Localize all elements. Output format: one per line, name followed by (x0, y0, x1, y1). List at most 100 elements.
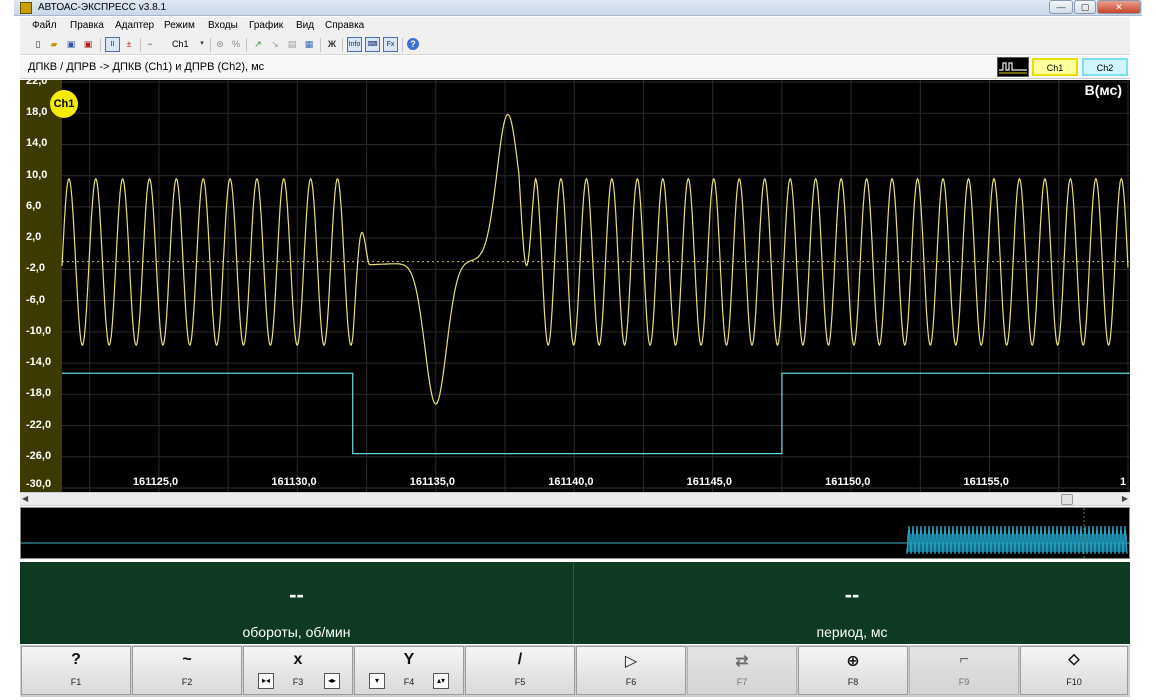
sine-wave-icon: ~ (182, 651, 192, 668)
period-label: период, мс (816, 624, 888, 640)
x-tick-label: 161140,0 (548, 476, 594, 488)
f2-label: F2 (181, 677, 193, 687)
f9-label: F9 (958, 677, 970, 687)
swap-arrows-icon: ⇄ (735, 653, 749, 670)
horizontal-scrollbar[interactable]: ◀ ▶ (20, 492, 1130, 506)
overview-signal-fill (907, 534, 1127, 552)
export-icon[interactable]: ▦ (303, 38, 315, 50)
toolbar-separator (320, 38, 321, 52)
f3-x-scale-button[interactable]: x F3 ▸◂ ◂▸ (243, 646, 353, 695)
readouts-panel: -- обороты, об/мин -- период, мс (20, 562, 1130, 644)
rpm-readout: -- обороты, об/мин (20, 562, 574, 644)
f9-trigger-button[interactable]: ⌐ F9 (909, 646, 1019, 695)
chevron-down-icon[interactable]: ▾ (196, 38, 208, 50)
y-axis-icon: Y (403, 651, 415, 668)
waveform-glyph (999, 62, 1027, 74)
rpm-value: -- (289, 582, 304, 607)
y-zoom-out-button[interactable]: ▴▾ (433, 673, 449, 689)
menu-adapter[interactable]: Адаптер (115, 20, 154, 31)
minimize-button[interactable]: — (1049, 0, 1073, 14)
f5-label: F5 (514, 677, 526, 687)
x-zoom-out-button[interactable]: ◂▸ (324, 673, 340, 689)
oscilloscope-plot[interactable]: 22,0 18,0 14,0 10,0 6,0 2,0 -2,0 -6,0 -10,0 -14,0… (20, 80, 1130, 492)
menu-graph[interactable]: График (249, 20, 283, 31)
waveform-view-icon[interactable] (997, 57, 1029, 77)
menu-file[interactable]: Файл (32, 20, 57, 31)
chart-header: ДПКВ / ДПРВ -> ДПКВ (Ch1) и ДПРВ (Ch2), … (20, 56, 1130, 79)
f4-y-scale-button[interactable]: Y F4 ▾ ▴▾ (354, 646, 464, 695)
record-play-icon: ▷ (624, 653, 638, 670)
menu-help[interactable]: Справка (325, 20, 364, 31)
unit-label: В(мс) (1084, 82, 1122, 98)
channel-select[interactable]: Ch1 (172, 39, 189, 49)
help-icon[interactable]: ? (407, 38, 419, 50)
y-tick-label: 14,0 (26, 137, 48, 150)
app-icon (20, 2, 32, 14)
x-tick-label: 161125,0 (132, 476, 179, 488)
f10-exit-button[interactable]: ⬦ F10 (1020, 646, 1128, 695)
f2-smoothing-button[interactable]: ~ F2 (132, 646, 242, 695)
f7-swap-button[interactable]: ⇄ F7 (687, 646, 797, 695)
ch2-waveform (62, 372, 1130, 455)
bold-lines-icon[interactable]: Ж (326, 38, 338, 50)
save-icon[interactable]: ▣ (65, 38, 77, 50)
app-window: АВТОАС-ЭКСПРЕСС v3.8.1 — ▢ ✕ Файл Правка… (0, 0, 1156, 700)
x-tick-label: 161150,0 (825, 476, 871, 488)
function-key-bar: ? F1 ~ F2 x F3 ▸◂ ◂▸ Y F4 ▾ ▴▾ / F5 ▷ F6… (20, 645, 1130, 697)
tab-ch2[interactable]: Ch2 (1082, 58, 1128, 76)
copy-icon[interactable]: ▤ (286, 38, 298, 50)
keyboard-icon[interactable]: ⌨ (365, 37, 380, 52)
plot-canvas (61, 80, 1130, 492)
f1-label: F1 (70, 677, 82, 687)
f8-crosshair-button[interactable]: ⊕ F8 (798, 646, 908, 695)
f6-record-button[interactable]: ▷ F6 (576, 646, 686, 695)
percent-icon[interactable]: % (230, 38, 242, 50)
cursor-remove-icon[interactable]: ↘ (269, 38, 281, 50)
x-tick-label: 1 (1120, 476, 1127, 488)
exit-icon: ⬦ (1068, 651, 1080, 668)
y-tick-label: 10,0 (26, 168, 48, 181)
scrollbar-thumb[interactable] (1061, 494, 1073, 505)
f1-help-button[interactable]: ? F1 (21, 646, 131, 695)
y-tick-label: -26,0 (26, 449, 52, 462)
toolbar-separator (342, 38, 343, 52)
toolbar-separator (246, 38, 247, 52)
y-tick-label: 22,0 (26, 80, 48, 87)
new-file-icon[interactable]: ▯ (32, 38, 44, 50)
tab-ch1[interactable]: Ch1 (1032, 58, 1078, 76)
ch1-badge[interactable]: Ch1 (50, 90, 78, 118)
y-zoom-in-button[interactable]: ▾ (369, 673, 385, 689)
menu-inputs[interactable]: Входы (208, 20, 238, 31)
f5-probe-button[interactable]: / F5 (465, 646, 575, 695)
f7-label: F7 (736, 677, 748, 687)
maximize-button[interactable]: ▢ (1074, 0, 1096, 14)
probe-icon: / (517, 651, 523, 668)
menu-edit[interactable]: Правка (70, 20, 104, 31)
cursor-add-icon[interactable]: ↗ (252, 38, 264, 50)
zero-offset-icon[interactable]: ± (123, 38, 135, 50)
help-icon: ? (71, 651, 81, 668)
x-tick-label: 161155,0 (963, 476, 1009, 488)
chart-caption: ДПКВ / ДПРВ -> ДПКВ (Ch1) и ДПРВ (Ch2), … (28, 61, 265, 73)
menu-bar: Файл Правка Адаптер Режим Входы График В… (20, 17, 1130, 35)
menu-view[interactable]: Вид (296, 20, 314, 31)
x-zoom-in-button[interactable]: ▸◂ (258, 673, 274, 689)
info-icon[interactable]: Info (347, 37, 362, 52)
menu-mode[interactable]: Режим (164, 20, 195, 31)
window-title: АВТОАС-ЭКСПРЕСС v3.8.1 (38, 2, 167, 13)
save-as-icon[interactable]: ▣ (82, 38, 94, 50)
overview-strip[interactable] (20, 507, 1130, 559)
pause-icon[interactable]: II (105, 37, 120, 52)
x-tick-label: 161130,0 (271, 476, 317, 488)
y-tick-label: -30,0 (26, 478, 52, 490)
close-button[interactable]: ✕ (1097, 0, 1141, 14)
formula-icon[interactable]: Fx (383, 37, 398, 52)
y-tick-label: -6,0 (26, 293, 45, 306)
scroll-left-icon[interactable]: ◀ (22, 494, 28, 503)
scroll-right-icon[interactable]: ▶ (1122, 494, 1128, 503)
open-folder-icon[interactable]: ▰ (48, 38, 60, 50)
frequency-icon[interactable]: ⊜ (214, 38, 226, 50)
trigger-icon[interactable]: ⌁ (144, 38, 156, 50)
toolbar-separator (100, 38, 101, 52)
f10-label: F10 (1066, 677, 1082, 687)
